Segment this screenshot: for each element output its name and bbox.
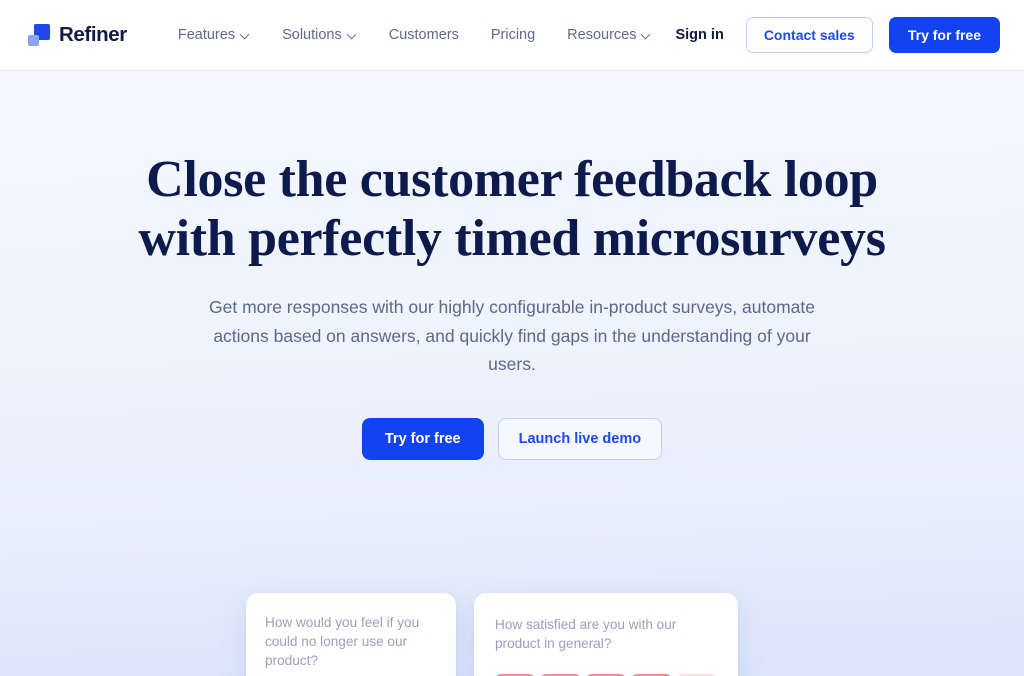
landing-page: Refiner Features Solutions Customers Pri… bbox=[0, 0, 1024, 676]
primary-navigation: Features Solutions Customers Pricing Res… bbox=[162, 19, 668, 51]
nav-item-label: Customers bbox=[388, 27, 459, 43]
nav-item-solutions[interactable]: Solutions bbox=[266, 19, 373, 51]
brand-logo-link[interactable]: Refiner bbox=[28, 23, 127, 47]
chevron-down-icon bbox=[642, 30, 651, 39]
nav-item-features[interactable]: Features bbox=[162, 19, 266, 51]
nav-item-pricing[interactable]: Pricing bbox=[475, 19, 551, 51]
brand-name: Refiner bbox=[59, 23, 127, 46]
nav-item-resources[interactable]: Resources bbox=[551, 19, 667, 51]
site-header: Refiner Features Solutions Customers Pri… bbox=[0, 0, 1024, 71]
hero-content: Close the customer feedback loop with pe… bbox=[0, 71, 1024, 460]
try-for-free-button-header[interactable]: Try for free bbox=[888, 17, 1000, 53]
nav-item-label: Pricing bbox=[490, 27, 536, 43]
chevron-down-icon bbox=[348, 30, 357, 39]
headline-line-2: with perfectly timed microsurveys bbox=[138, 210, 886, 267]
nav-item-label: Features bbox=[177, 27, 236, 43]
survey-question-text: How satisfied are you with our product i… bbox=[495, 617, 677, 651]
header-actions: Sign in Contact sales Try for free bbox=[669, 17, 1000, 53]
hero-cta-group: Try for free Launch live demo bbox=[0, 417, 1024, 460]
survey-preview-stage: How would you feel if you could no longe… bbox=[0, 593, 1024, 676]
nav-item-label: Solutions bbox=[282, 27, 342, 43]
headline-line-1: Close the customer feedback loop bbox=[146, 151, 878, 208]
survey-card-left[interactable]: How would you feel if you could no longe… bbox=[246, 593, 456, 676]
launch-live-demo-button[interactable]: Launch live demo bbox=[497, 417, 663, 460]
logo-square-small bbox=[28, 35, 39, 46]
nav-item-label: Resources bbox=[567, 27, 637, 43]
survey-question-text: How would you feel if you could no longe… bbox=[265, 615, 420, 668]
hero-subheadline: Get more responses with our highly confi… bbox=[209, 297, 815, 374]
survey-card-right[interactable]: How satisfied are you with our product i… bbox=[474, 593, 738, 676]
page-title: Close the customer feedback loop with pe… bbox=[102, 150, 922, 268]
nav-item-customers[interactable]: Customers bbox=[373, 19, 475, 51]
contact-sales-button[interactable]: Contact sales bbox=[745, 17, 873, 53]
try-for-free-button-hero[interactable]: Try for free bbox=[361, 417, 484, 460]
refiner-squares-logo-icon bbox=[28, 24, 50, 46]
hero-section: Close the customer feedback loop with pe… bbox=[0, 71, 1024, 676]
chevron-down-icon bbox=[241, 30, 250, 39]
sign-in-link[interactable]: Sign in bbox=[669, 21, 729, 49]
